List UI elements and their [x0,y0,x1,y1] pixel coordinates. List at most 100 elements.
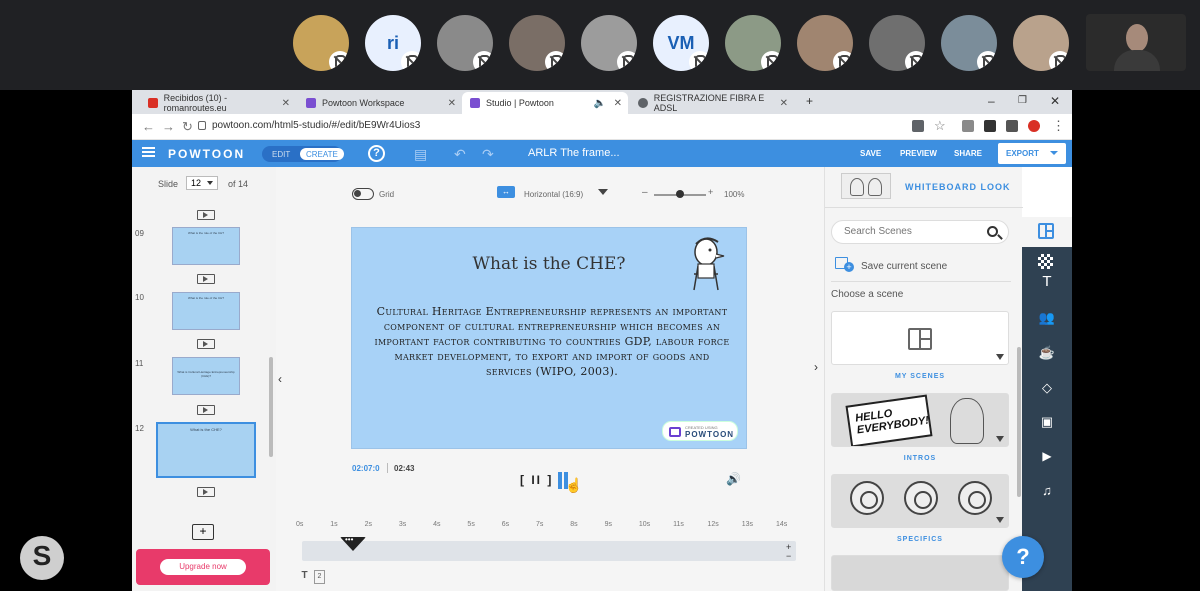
reload-icon[interactable]: ↻ [182,119,193,135]
export-dropdown[interactable]: EXPORT [998,143,1066,164]
bookmark-star-icon[interactable]: ☆ [934,118,946,134]
tab-close-icon[interactable]: ✕ [780,98,788,109]
hamburger-menu-icon[interactable] [142,147,155,157]
undo-icon[interactable]: ↶ [454,146,466,163]
participant-avatar[interactable] [941,15,997,71]
upgrade-now-button[interactable]: Upgrade now [160,559,246,575]
video-icon[interactable]: ▶ [1038,447,1056,465]
tab-audio-icon[interactable]: 🔈 [594,98,606,109]
transition-icon[interactable] [197,339,215,349]
characters-icon[interactable]: 👥 [1038,309,1056,327]
save-button[interactable]: SAVE [860,149,881,158]
tab-close-icon[interactable]: ✕ [282,98,290,109]
project-title[interactable]: ARLR The frame... [528,147,620,159]
slide-thumbnail[interactable]: What is the role of the CH? [172,292,240,330]
add-slide-button[interactable]: + [192,524,214,540]
pause-button[interactable]: [ II ] [520,473,553,487]
extension-grid-icon[interactable] [962,120,974,132]
share-button[interactable]: SHARE [954,149,982,158]
transition-icon[interactable] [197,487,215,497]
volume-icon[interactable]: 🔊 [726,472,741,486]
browser-menu-icon[interactable]: ⋮ [1052,118,1065,134]
browser-tab-gmail[interactable]: Recibidos (10) - romanroutes.eu ✕ [140,92,296,114]
collapse-left-icon[interactable]: ‹ [278,372,282,386]
slides-scrollbar[interactable] [269,357,273,457]
extensions-puzzle-icon[interactable] [1006,120,1018,132]
orientation-icon[interactable]: ↔ [497,186,515,198]
edit-create-toggle[interactable]: EDIT CREATE [262,146,344,162]
powtoon-logo[interactable]: POWTOON [168,147,245,161]
window-close-icon[interactable]: ✕ [1050,94,1060,108]
slide-thumbnail-selected[interactable]: What is the CHE? [156,422,256,478]
my-scenes-category[interactable] [831,311,1009,365]
save-scene-icon[interactable] [835,257,854,272]
browser-tab-registrazione[interactable]: REGISTRAZIONE FIBRA E ADSL ✕ [630,92,794,114]
transition-icon[interactable] [197,405,215,415]
slide-stage[interactable]: What is the CHE? Cultural Heritage Entre… [351,227,747,449]
text-icon[interactable]: T [1038,273,1056,291]
url-text[interactable]: powtoon.com/html5-studio/#/edit/bE9Wr4Ui… [212,120,420,131]
zoom-in-button[interactable]: + [708,187,713,197]
redo-icon[interactable]: ↷ [482,146,494,163]
whiteboard-look-thumbnail[interactable] [841,173,891,199]
new-tab-icon[interactable]: + [806,94,813,108]
background-icon[interactable] [1038,254,1053,269]
forward-arrow-icon[interactable]: → [162,119,175,134]
character-illustration[interactable] [686,234,730,294]
slide-body-text[interactable]: Cultural Heritage Entrepreneurship repre… [374,304,730,379]
participant-avatar[interactable] [437,15,493,71]
edit-mode-button[interactable]: EDIT [266,148,296,160]
slide-number-select[interactable]: 12 [186,176,218,190]
timeline-zoom-out-button[interactable]: − [786,551,791,561]
more-scenes-category[interactable] [831,555,1009,591]
participant-avatar[interactable] [797,15,853,71]
transition-icon[interactable] [197,274,215,284]
slide-thumbnail[interactable]: What is the role of the CH? [172,227,240,265]
back-arrow-icon[interactable]: ← [142,119,155,134]
restore-icon[interactable]: ❐ [1018,95,1027,106]
specifics-category[interactable] [831,474,1009,528]
extension-calc-icon[interactable] [984,120,996,132]
scenes-scrollbar[interactable] [1017,347,1021,497]
search-icon[interactable] [987,226,998,237]
text-track-icon[interactable]: T [300,570,309,588]
chevron-down-icon[interactable] [996,517,1004,523]
translate-icon[interactable] [912,120,924,132]
create-mode-button[interactable]: CREATE [300,148,344,160]
participant-avatar[interactable] [1013,15,1069,71]
profile-avatar-icon[interactable] [1028,120,1040,132]
participant-avatar[interactable] [725,15,781,71]
collapse-right-icon[interactable]: › [814,360,818,374]
props-icon[interactable]: ☕ [1038,344,1056,362]
help-chat-button[interactable]: ? [1002,536,1044,578]
timeline-track[interactable] [302,541,796,561]
participant-avatar[interactable] [293,15,349,71]
participant-avatar[interactable]: ri [365,15,421,71]
tab-close-icon[interactable]: ✕ [448,98,456,109]
intros-category[interactable]: HELLO EVERYBODY! [831,393,1009,447]
zoom-slider-handle[interactable] [676,190,684,198]
images-icon[interactable]: ▣ [1038,413,1056,431]
preview-button[interactable]: PREVIEW [900,149,937,158]
slide-thumbnail[interactable]: What is Cultural Heritage Entrepreneursh… [172,357,240,395]
participant-avatar[interactable] [869,15,925,71]
browser-tab-powtoon-workspace[interactable]: Powtoon Workspace ✕ [298,92,462,114]
chevron-down-icon[interactable] [598,189,608,195]
orientation-select[interactable]: Horizontal (16:9) [524,190,583,199]
transition-icon[interactable] [197,210,215,220]
look-style-select[interactable]: WHITEBOARD LOOK [905,182,1011,192]
search-scenes-field[interactable] [831,220,1009,244]
grid-toggle[interactable] [352,188,374,200]
zoom-out-button[interactable]: – [642,187,648,198]
tab-close-icon[interactable]: ✕ [614,98,622,109]
participant-avatar[interactable] [581,15,637,71]
search-scenes-input[interactable] [844,226,974,237]
help-button[interactable]: ? [368,145,385,162]
music-icon[interactable]: ♫ [1038,482,1056,500]
browser-tab-studio[interactable]: Studio | Powtoon 🔈 ✕ [462,92,628,114]
chevron-down-icon[interactable] [996,354,1004,360]
chevron-down-icon[interactable] [996,436,1004,442]
participant-avatar[interactable] [509,15,565,71]
self-video-tile[interactable] [1086,14,1186,71]
shapes-icon[interactable]: ◇ [1038,379,1056,397]
